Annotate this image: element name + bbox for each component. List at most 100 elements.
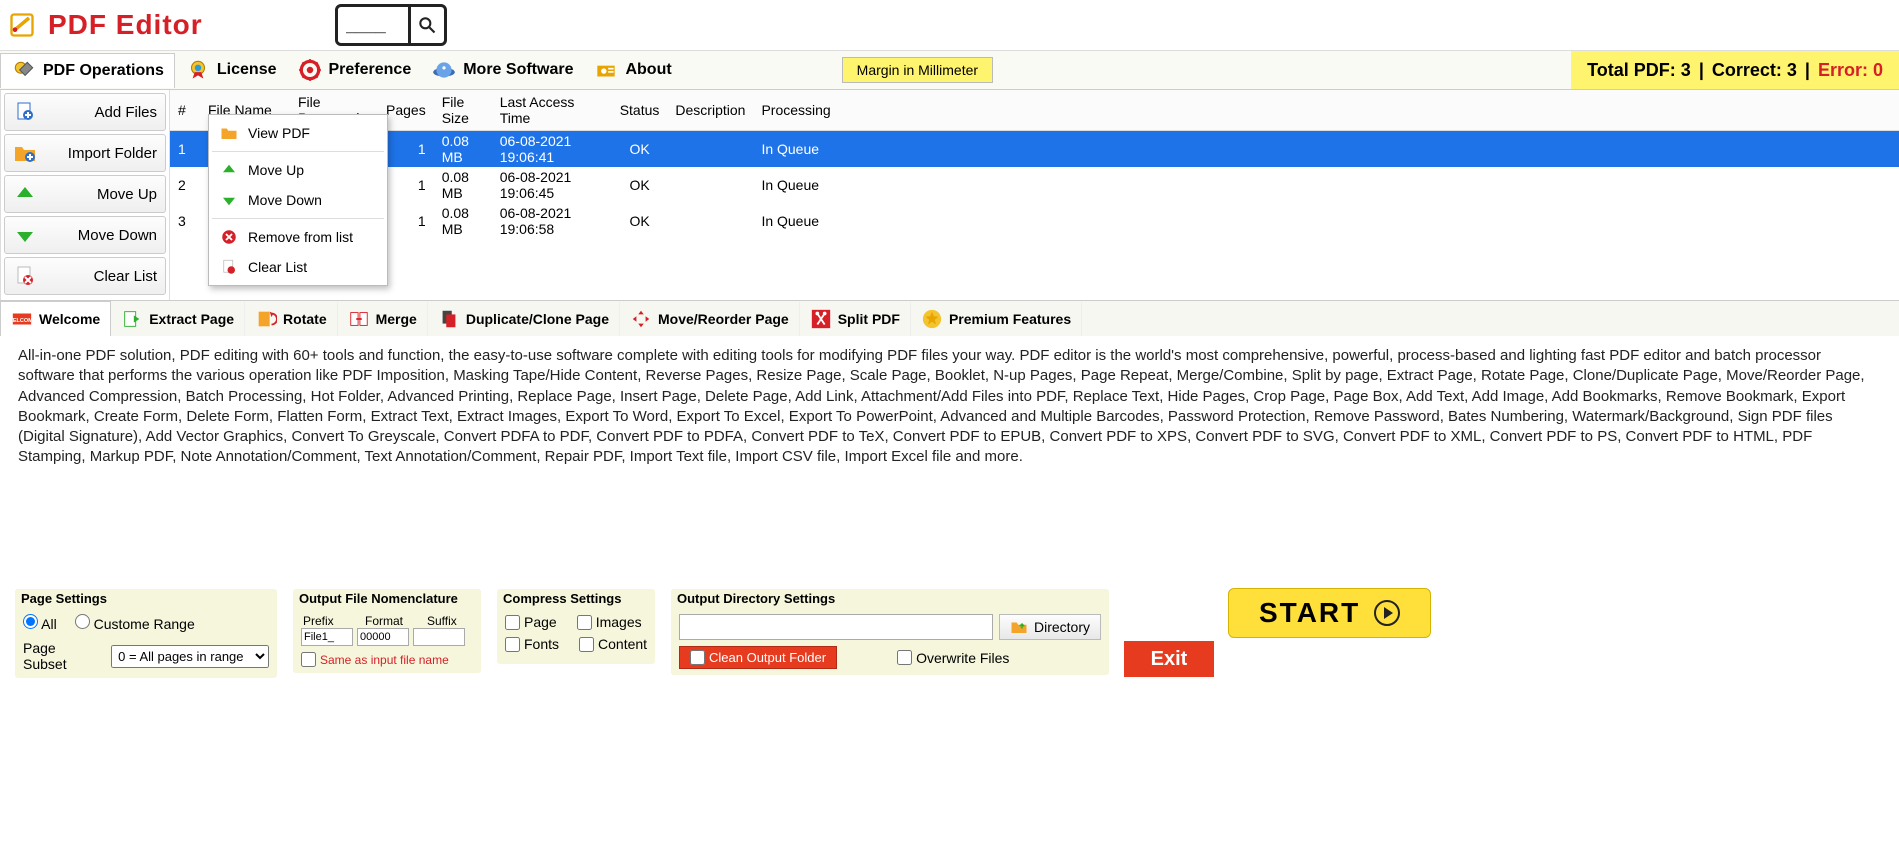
tab-about[interactable]: About	[583, 53, 681, 87]
btn-label: Clear List	[94, 268, 157, 285]
margin-unit-badge: Margin in Millimeter	[842, 57, 993, 83]
total-label: Total PDF:	[1587, 60, 1676, 81]
ctx-label: View PDF	[248, 125, 310, 141]
add-files-button[interactable]: Add Files	[4, 93, 166, 131]
directory-button[interactable]: Directory	[999, 614, 1101, 640]
col-last-access[interactable]: Last Access Time	[492, 90, 612, 131]
clear-list-button[interactable]: Clear List	[4, 257, 166, 295]
compress-page-checkbox[interactable]: Page	[505, 614, 557, 630]
exit-button[interactable]: Exit	[1124, 641, 1214, 677]
col-description[interactable]: Description	[667, 90, 753, 131]
split-icon	[810, 308, 832, 330]
move-down-icon	[220, 191, 238, 209]
search-input[interactable]	[338, 9, 408, 42]
same-as-input-label: Same as input file name	[320, 653, 449, 667]
prefix-input[interactable]	[301, 628, 353, 646]
col-processing[interactable]: Processing	[753, 90, 1899, 131]
move-down-button[interactable]: Move Down	[4, 216, 166, 254]
tab-label: Welcome	[39, 311, 100, 327]
license-icon	[185, 57, 211, 83]
search-button[interactable]	[408, 7, 444, 43]
correct-label: Correct:	[1712, 60, 1782, 81]
tab-more-software[interactable]: More Software	[421, 53, 583, 87]
format-input[interactable]	[357, 628, 409, 646]
page-subset-select[interactable]: 0 = All pages in range	[111, 645, 269, 668]
tab-welcome[interactable]: WELCOME Welcome	[0, 301, 111, 336]
compress-title: Compress Settings	[497, 589, 655, 608]
search-container	[335, 4, 447, 46]
more-software-icon	[431, 57, 457, 83]
files-table[interactable]: # File Name File Password Pages File Siz…	[170, 90, 1899, 239]
btn-label: Import Folder	[68, 145, 157, 162]
ctx-move-down[interactable]: Move Down	[212, 185, 384, 215]
suffix-input[interactable]	[413, 628, 465, 646]
tab-label: About	[625, 61, 671, 79]
tab-extract-page[interactable]: Extract Page	[111, 302, 245, 336]
same-as-input-checkbox[interactable]	[301, 652, 316, 667]
btn-label: Move Down	[78, 227, 157, 244]
col-status[interactable]: Status	[612, 90, 668, 131]
tab-rotate[interactable]: Rotate	[245, 302, 338, 336]
ctx-remove[interactable]: Remove from list	[212, 222, 384, 252]
move-reorder-icon	[630, 308, 652, 330]
move-up-button[interactable]: Move Up	[4, 175, 166, 213]
welcome-description: All-in-one PDF solution, PDF editing wit…	[0, 336, 1899, 478]
compress-content-checkbox[interactable]: Content	[579, 636, 647, 652]
search-icon	[417, 15, 437, 35]
ctx-label: Remove from list	[248, 229, 353, 245]
table-row[interactable]: 110.08 MB06-08-2021 19:06:41OKIn Queue	[170, 131, 1899, 168]
tab-license[interactable]: License	[175, 53, 287, 87]
app-title: PDF Editor	[48, 9, 203, 41]
tab-label: More Software	[463, 61, 573, 79]
table-row[interactable]: 310.08 MB06-08-2021 19:06:58OKIn Queue	[170, 203, 1899, 239]
svg-text:WELCOME: WELCOME	[11, 318, 33, 324]
tab-premium[interactable]: Premium Features	[911, 302, 1082, 336]
compress-fonts-checkbox[interactable]: Fonts	[505, 636, 559, 652]
tab-split[interactable]: Split PDF	[800, 302, 911, 336]
app-logo-icon	[8, 11, 36, 39]
tab-pdf-operations[interactable]: PDF Operations	[0, 53, 175, 88]
tab-label: Duplicate/Clone Page	[466, 311, 609, 327]
tab-duplicate[interactable]: Duplicate/Clone Page	[428, 302, 620, 336]
extract-icon	[121, 308, 143, 330]
duplicate-icon	[438, 308, 460, 330]
add-files-icon	[13, 100, 37, 124]
import-folder-button[interactable]: Import Folder	[4, 134, 166, 172]
btn-label: Directory	[1034, 619, 1090, 635]
tab-label: Rotate	[283, 311, 327, 327]
ctx-label: Clear List	[248, 259, 307, 275]
view-pdf-icon	[220, 124, 238, 142]
overwrite-checkbox[interactable]: Overwrite Files	[897, 650, 1009, 666]
premium-icon	[921, 308, 943, 330]
btn-label: Clean Output Folder	[709, 650, 826, 665]
welcome-icon: WELCOME	[11, 308, 33, 330]
tab-merge[interactable]: Merge	[338, 302, 428, 336]
col-num[interactable]: #	[170, 90, 200, 131]
clean-output-checkbox[interactable]	[690, 650, 705, 665]
preference-icon	[297, 57, 323, 83]
ctx-move-up[interactable]: Move Up	[212, 155, 384, 185]
ctx-label: Move Up	[248, 162, 304, 178]
move-up-icon	[220, 161, 238, 179]
error-count: 0	[1873, 60, 1883, 80]
tab-label: Preference	[329, 61, 412, 79]
table-row[interactable]: 210.08 MB06-08-2021 19:06:45OKIn Queue	[170, 167, 1899, 203]
btn-label: Move Up	[97, 186, 157, 203]
status-bar: Total PDF: 3 | Correct: 3 | Error: 0	[1571, 51, 1899, 89]
move-down-icon	[13, 223, 37, 247]
compress-images-checkbox[interactable]: Images	[577, 614, 642, 630]
col-filesize[interactable]: File Size	[434, 90, 492, 131]
tab-label: Extract Page	[149, 311, 234, 327]
tab-preference[interactable]: Preference	[287, 53, 422, 87]
format-label: Format	[365, 614, 417, 628]
radio-all[interactable]: All	[23, 614, 57, 632]
clean-output-button[interactable]: Clean Output Folder	[679, 646, 837, 669]
tab-label: Move/Reorder Page	[658, 311, 789, 327]
ctx-clear[interactable]: Clear List	[212, 252, 384, 282]
output-dir-input[interactable]	[679, 614, 993, 640]
start-button[interactable]: START	[1228, 588, 1431, 638]
ctx-view-pdf[interactable]: View PDF	[212, 118, 384, 148]
radio-custom-range[interactable]: Custome Range	[75, 614, 195, 632]
tab-move-reorder[interactable]: Move/Reorder Page	[620, 302, 800, 336]
clear-icon	[220, 258, 238, 276]
